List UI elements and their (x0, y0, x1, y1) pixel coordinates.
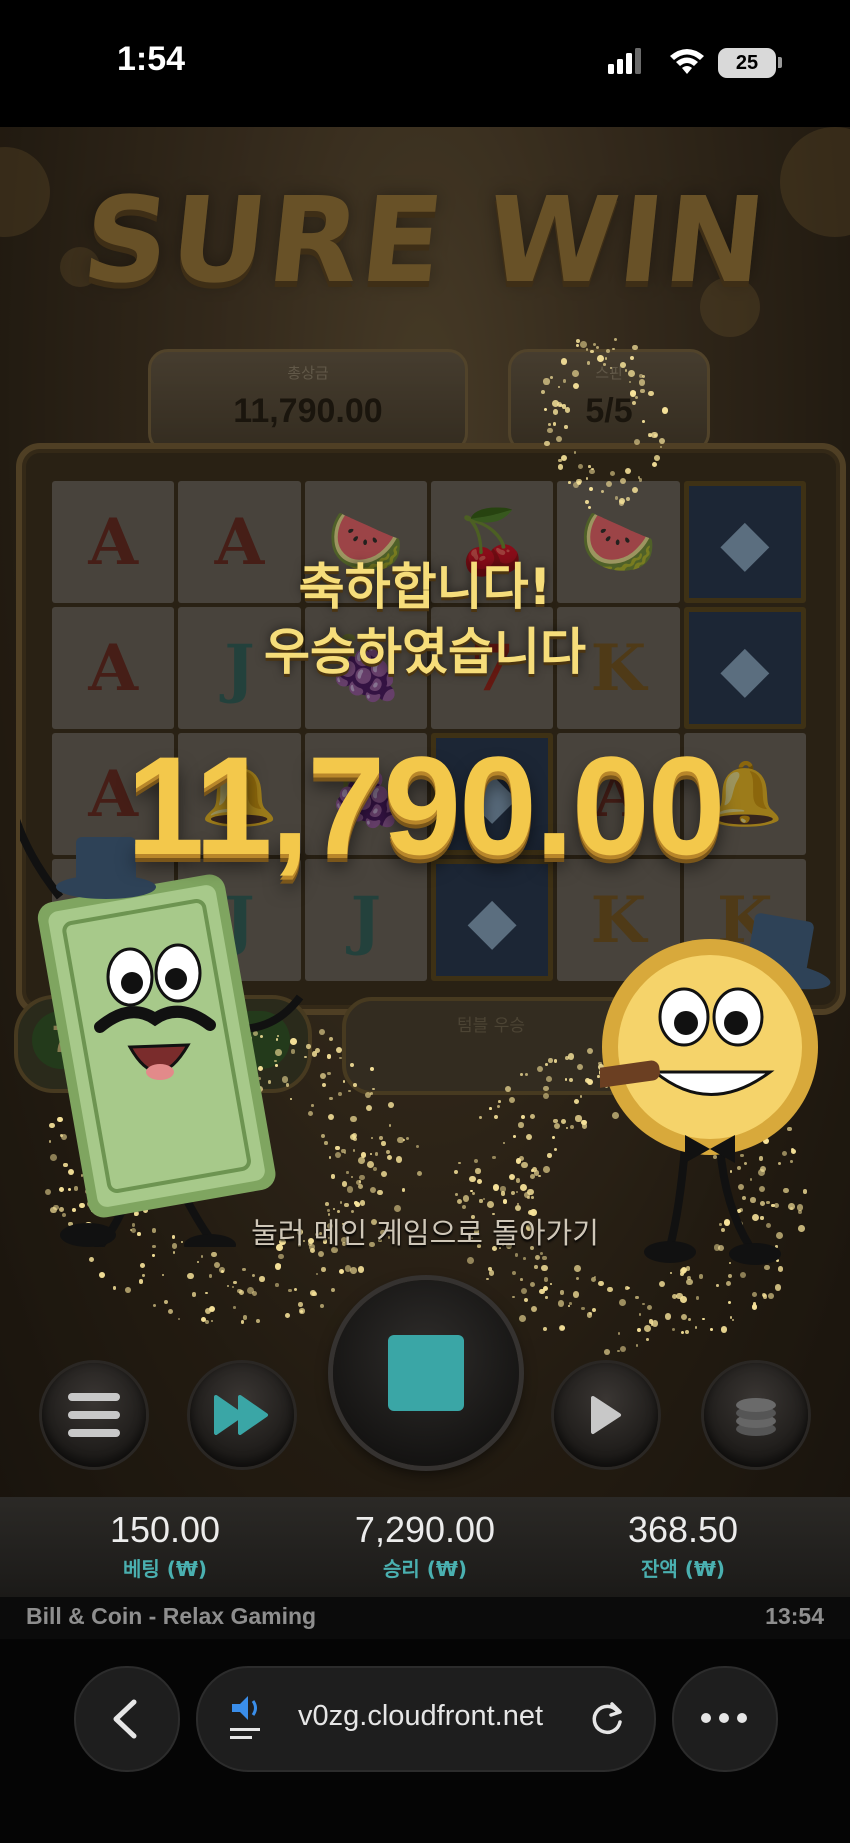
signal-icon (608, 48, 641, 74)
balance-value: 368.50 (627, 1509, 739, 1550)
play-button[interactable] (554, 1363, 658, 1467)
balance-label: 잔액 (₩) (640, 1557, 726, 1581)
win-value: 7,290.00 (354, 1509, 496, 1550)
more-button[interactable] (672, 1666, 778, 1772)
hamburger-icon (68, 1393, 120, 1437)
page-title: Bill & Coin - Relax Gaming (26, 1603, 317, 1629)
stop-button[interactable] (333, 1280, 519, 1466)
win-amount: 11,790.00 (126, 727, 725, 884)
menu-button[interactable] (42, 1363, 146, 1467)
chevron-left-icon (113, 1699, 137, 1739)
stop-icon (388, 1335, 464, 1411)
wifi-icon (670, 49, 704, 74)
game-canvas[interactable]: SURE WIN 총상금 11,790.00 스핀 5/5 A A 🍉 🍒 🍉 ◆ A J 🍇 7… (0, 127, 850, 1497)
fast-forward-button[interactable] (190, 1363, 294, 1467)
bet-label: 베팅 (₩) (122, 1557, 208, 1581)
congrats-line-2: 우승하였습니다 (264, 623, 586, 681)
battery-icon: 25 (718, 48, 776, 78)
return-to-main-prompt[interactable]: 눌러 메인 게임으로 돌아가기 (0, 1210, 850, 1252)
ellipsis-icon (701, 1713, 747, 1723)
coin-stack-icon (736, 1398, 776, 1436)
bet-value: 150.00 (109, 1509, 221, 1550)
caption-time: 13:54 (765, 1603, 824, 1629)
battery-tip (778, 57, 782, 68)
speaker-icon (230, 1696, 260, 1739)
congrats-line-1: 축하합니다! (298, 558, 552, 616)
stats-bar: 150.00 베팅 (₩) 7,290.00 승리 (₩) 368.50 잔액 … (0, 1497, 850, 1597)
coin-stack-button[interactable] (704, 1363, 808, 1467)
url-text: v0zg.cloudfront.net (298, 1700, 544, 1732)
fast-forward-icon (214, 1395, 268, 1435)
play-icon (591, 1396, 621, 1434)
back-button[interactable] (74, 1666, 180, 1772)
status-time: 1:54 (117, 40, 186, 78)
reload-icon[interactable] (588, 1700, 626, 1738)
win-label: 승리 (₩) (382, 1557, 468, 1581)
